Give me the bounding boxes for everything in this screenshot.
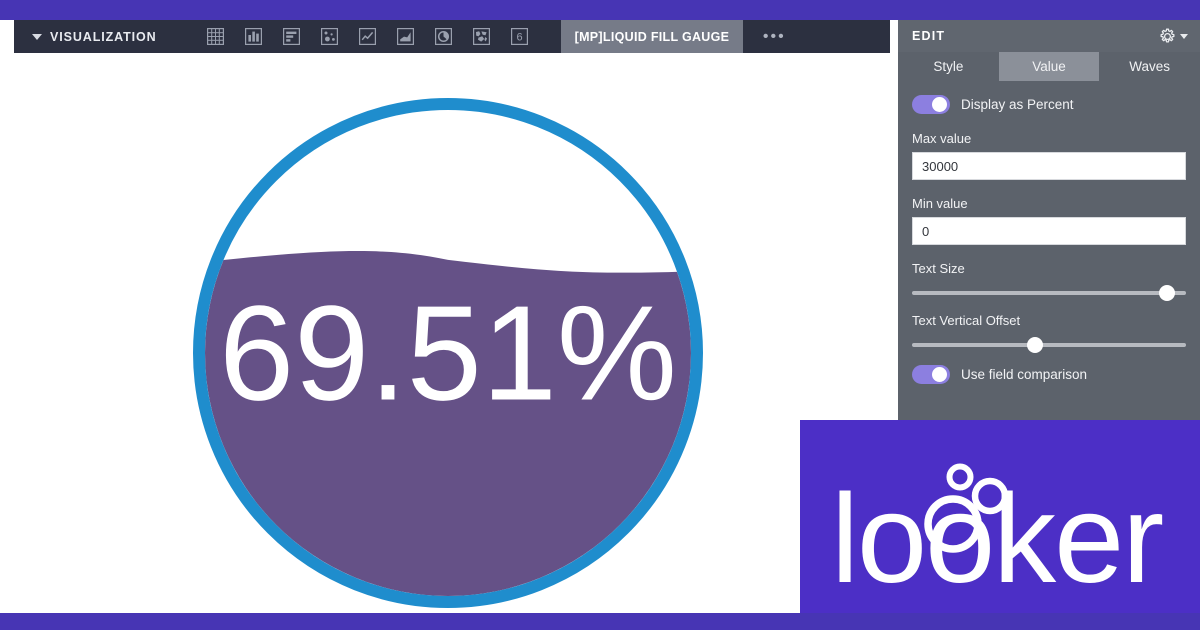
- chevron-down-icon: [32, 33, 42, 40]
- use-field-comparison-row: Use field comparison: [912, 365, 1186, 384]
- tab-waves[interactable]: Waves: [1099, 52, 1200, 81]
- max-value-label: Max value: [912, 131, 972, 146]
- visualization-toolbar: VISUALIZATION 6 [MP]LIQUID FILL GAUGE ••…: [14, 20, 890, 53]
- brand-band-bottom: [0, 613, 1200, 630]
- chevron-down-icon: [1180, 33, 1188, 39]
- looker-logo: looker: [831, 463, 1164, 600]
- min-value-input[interactable]: [912, 217, 1186, 245]
- max-value-input[interactable]: [912, 152, 1186, 180]
- text-size-slider-thumb[interactable]: [1158, 285, 1175, 301]
- chart-type-icon-row: 6: [197, 20, 539, 53]
- min-value-field: Min value: [912, 196, 1186, 245]
- text-vertical-offset-field: Text Vertical Offset: [912, 313, 1186, 353]
- looker-logo-overlay: looker: [800, 420, 1200, 630]
- text-vertical-offset-slider-thumb[interactable]: [1027, 337, 1044, 353]
- tab-style[interactable]: Style: [898, 52, 999, 81]
- use-field-comparison-label: Use field comparison: [961, 367, 1088, 382]
- more-visualizations-button[interactable]: •••: [743, 20, 805, 53]
- table-chart-icon[interactable]: [197, 20, 235, 53]
- display-as-percent-row: Display as Percent: [912, 95, 1186, 114]
- svg-text:6: 6: [517, 32, 523, 44]
- toggle-knob: [932, 367, 947, 382]
- text-size-field: Text Size: [912, 261, 1186, 301]
- edit-panel-tabs: Style Value Waves: [898, 52, 1200, 81]
- single-value-icon[interactable]: 6: [501, 20, 539, 53]
- edit-panel-settings-button[interactable]: [1159, 28, 1188, 45]
- area-chart-icon[interactable]: [387, 20, 425, 53]
- visualization-section-toggle[interactable]: VISUALIZATION: [14, 20, 167, 53]
- map-chart-icon[interactable]: [463, 20, 501, 53]
- visualization-canvas: 69.51%: [14, 53, 890, 613]
- tab-value[interactable]: Value: [998, 52, 1100, 81]
- column-chart-icon[interactable]: [235, 20, 273, 53]
- text-size-slider[interactable]: [912, 285, 1186, 301]
- text-vertical-offset-slider[interactable]: [912, 337, 1186, 353]
- edit-panel-title: EDIT: [912, 29, 946, 43]
- use-field-comparison-toggle[interactable]: [912, 365, 950, 384]
- edit-panel-header: EDIT: [898, 20, 1200, 52]
- toggle-knob: [932, 97, 947, 112]
- text-vertical-offset-label: Text Vertical Offset: [912, 313, 1021, 328]
- display-as-percent-toggle[interactable]: [912, 95, 950, 114]
- bar-chart-icon[interactable]: [273, 20, 311, 53]
- line-chart-icon[interactable]: [349, 20, 387, 53]
- liquid-fill-gauge: 69.51%: [14, 53, 890, 613]
- app-screenshot: VISUALIZATION 6 [MP]LIQUID FILL GAUGE ••…: [0, 0, 1200, 630]
- min-value-label: Min value: [912, 196, 968, 211]
- text-size-label: Text Size: [912, 261, 965, 276]
- visualization-label: VISUALIZATION: [50, 29, 157, 44]
- max-value-field: Max value: [912, 131, 1186, 180]
- ellipsis-icon: •••: [762, 27, 786, 45]
- pie-chart-icon[interactable]: [425, 20, 463, 53]
- display-as-percent-label: Display as Percent: [961, 97, 1074, 112]
- liquid-fill-gauge-svg: 69.51%: [193, 98, 703, 608]
- edit-panel-body: Display as Percent Max value Min value T…: [898, 81, 1200, 384]
- gauge-value-text: 69.51%: [219, 278, 677, 429]
- tab-liquid-fill-gauge[interactable]: [MP]LIQUID FILL GAUGE: [560, 20, 744, 53]
- looker-wordmark: looker: [831, 468, 1162, 600]
- gear-icon: [1160, 28, 1175, 43]
- scatter-chart-icon[interactable]: [311, 20, 349, 53]
- brand-band-top: [0, 0, 1200, 20]
